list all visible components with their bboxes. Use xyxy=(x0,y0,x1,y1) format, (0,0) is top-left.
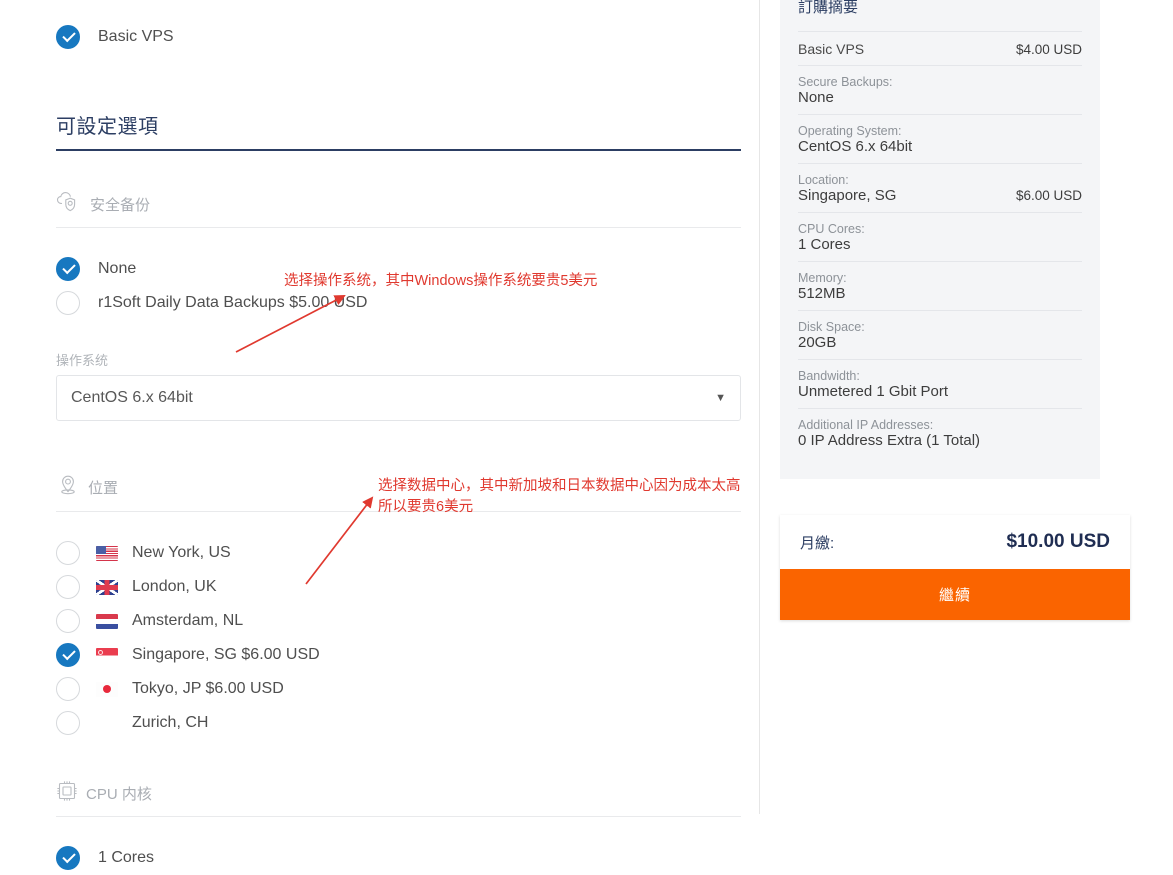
summary-row-bandwidth: Bandwidth: Unmetered 1 Gbit Port xyxy=(798,359,1082,408)
summary-key: CPU Cores: xyxy=(798,222,865,236)
summary-row-location: Location: Singapore, SG $6.00 USD xyxy=(798,163,1082,212)
order-summary-panel: 訂購摘要 Basic VPS $4.00 USD Secure Backups:… xyxy=(780,0,1100,479)
summary-value: None xyxy=(798,89,834,106)
location-option-label: London, UK xyxy=(132,578,217,595)
cpu-icon xyxy=(56,780,78,806)
summary-row-cpu-cores: CPU Cores: 1 Cores xyxy=(798,212,1082,261)
radio-indicator[interactable] xyxy=(56,677,80,701)
location-option-tokyo[interactable]: Tokyo, JP $6.00 USD xyxy=(56,672,750,706)
cpu-option-1-cores[interactable]: 1 Cores xyxy=(56,841,750,875)
location-option-singapore[interactable]: Singapore, SG $6.00 USD xyxy=(56,638,750,672)
os-select[interactable]: CentOS 6.x 64bit ▼ xyxy=(56,375,741,421)
summary-key: Operating System: xyxy=(798,124,902,138)
os-select-value: CentOS 6.x 64bit xyxy=(71,389,193,406)
summary-key: Additional IP Addresses: xyxy=(798,418,934,432)
summary-value: Singapore, SG xyxy=(798,187,897,204)
summary-row-operating-system: Operating System: CentOS 6.x 64bit xyxy=(798,114,1082,163)
location-option-label: New York, US xyxy=(132,544,231,561)
order-total-line: 月繳: $10.00 USD xyxy=(780,515,1130,569)
product-option-basic-vps[interactable]: Basic VPS xyxy=(56,20,750,54)
summary-row-disk-space: Disk Space: 20GB xyxy=(798,310,1082,359)
location-option-label: Tokyo, JP $6.00 USD xyxy=(132,680,284,697)
backup-option-label: r1Soft Daily Data Backups $5.00 USD xyxy=(98,294,368,311)
os-annotation: 选择操作系统，其中Windows操作系统要贵5美元 xyxy=(284,273,598,289)
chevron-down-icon[interactable]: ▼ xyxy=(715,392,726,404)
flag-placeholder-icon xyxy=(96,716,118,731)
location-option-amsterdam[interactable]: Amsterdam, NL xyxy=(56,604,750,638)
flag-jp-icon xyxy=(96,681,118,697)
summary-row-product: Basic VPS $4.00 USD xyxy=(798,31,1082,65)
section-title-location: 位置 xyxy=(88,479,119,497)
summary-product-price: $4.00 USD xyxy=(1015,42,1082,57)
section-title-backups: 安全备份 xyxy=(90,196,151,214)
radio-indicator[interactable] xyxy=(56,609,80,633)
product-option-label: Basic VPS xyxy=(98,28,174,45)
flag-us-icon xyxy=(96,545,118,561)
radio-indicator[interactable] xyxy=(56,25,80,49)
location-option-london[interactable]: London, UK xyxy=(56,570,750,604)
radio-indicator[interactable] xyxy=(56,575,80,599)
summary-value: 0 IP Address Extra (1 Total) xyxy=(798,432,981,449)
location-option-zurich[interactable]: Zurich, CH xyxy=(56,706,750,740)
radio-indicator[interactable] xyxy=(56,643,80,667)
cpu-option-label: 1 Cores xyxy=(98,849,155,866)
location-option-label: Zurich, CH xyxy=(132,714,209,731)
summary-row-secure-backups: Secure Backups: None xyxy=(798,65,1082,114)
map-pin-icon xyxy=(56,473,80,501)
cloud-shield-icon xyxy=(56,191,82,217)
continue-button[interactable]: 繼續 xyxy=(780,569,1130,620)
flag-sg-icon xyxy=(96,647,118,663)
location-option-label: Singapore, SG $6.00 USD xyxy=(132,646,320,663)
section-header-cpu: CPU 内核 xyxy=(56,780,741,817)
page-title: 可設定選項 xyxy=(56,54,741,151)
summary-key: Bandwidth: xyxy=(798,369,860,383)
radio-indicator[interactable] xyxy=(56,846,80,870)
section-title-cpu: CPU 内核 xyxy=(86,785,152,803)
summary-key: Location: xyxy=(798,173,849,187)
configuration-column: Basic VPS 可設定選項 安全备份 None r1Soft Daily D… xyxy=(0,0,760,870)
location-option-new-york[interactable]: New York, US xyxy=(56,536,750,570)
radio-indicator[interactable] xyxy=(56,291,80,315)
location-annotation: 选择数据中心，其中新加坡和日本数据中心因为成本太高 所以要贵6美元 xyxy=(378,478,741,515)
summary-value: Unmetered 1 Gbit Port xyxy=(798,383,949,400)
order-total-box: 月繳: $10.00 USD 繼續 xyxy=(780,515,1130,620)
summary-key: Memory: xyxy=(798,271,847,285)
flag-nl-icon xyxy=(96,613,118,629)
total-label: 月繳: xyxy=(800,534,835,552)
summary-value: 1 Cores xyxy=(798,236,851,253)
location-option-label: Amsterdam, NL xyxy=(132,612,244,629)
os-field-label: 操作系统 xyxy=(56,353,109,368)
radio-indicator[interactable] xyxy=(56,257,80,281)
summary-key: Secure Backups: xyxy=(798,75,893,89)
summary-price: $6.00 USD xyxy=(1015,188,1082,203)
summary-row-additional-ips: Additional IP Addresses: 0 IP Address Ex… xyxy=(798,408,1082,457)
summary-value: 20GB xyxy=(798,334,837,351)
summary-title: 訂購摘要 xyxy=(798,0,859,16)
summary-value: CentOS 6.x 64bit xyxy=(798,138,913,155)
radio-indicator[interactable] xyxy=(56,711,80,735)
summary-product-name: Basic VPS xyxy=(798,41,865,57)
backup-option-label: None xyxy=(98,260,137,277)
section-header-backups: 安全备份 xyxy=(56,191,741,228)
summary-row-memory: Memory: 512MB xyxy=(798,261,1082,310)
summary-key: Disk Space: xyxy=(798,320,865,334)
summary-value: 512MB xyxy=(798,285,846,302)
total-value: $10.00 USD xyxy=(1006,531,1110,552)
flag-uk-icon xyxy=(96,579,118,595)
radio-indicator[interactable] xyxy=(56,541,80,565)
